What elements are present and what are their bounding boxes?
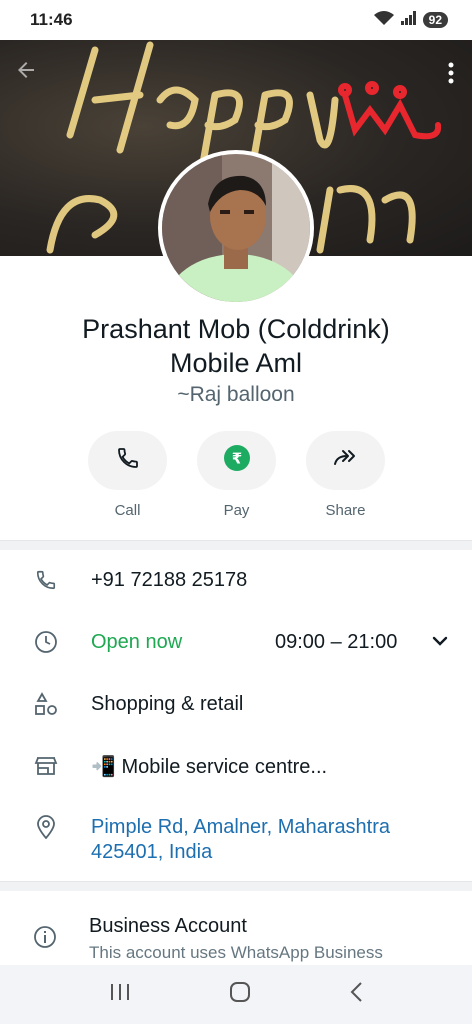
battery-indicator: 92 [422,12,448,28]
pay-action[interactable]: ₹ Pay [197,431,276,519]
action-buttons: Call ₹ Pay Share [88,431,385,519]
open-status: Open now [91,630,183,653]
phone-number[interactable]: +91 72188 25178 [91,569,247,592]
phone-icon [116,446,140,475]
business-account-subtitle: This account uses WhatsApp Business [89,943,383,962]
profile-avatar[interactable] [158,150,314,306]
category-row: Shopping & retail [0,686,472,722]
more-vert-icon[interactable] [448,62,454,89]
signal-icon [400,10,417,30]
category-shapes-icon [34,692,58,716]
pay-label: Pay [223,502,250,519]
recent-apps-icon[interactable] [109,982,131,1007]
business-address[interactable]: Pimple Rd, Amalner, Maharashtra 425401, … [91,815,390,865]
home-icon[interactable] [229,981,251,1008]
contact-name: Prashant Mob (Colddrink) Mobile Aml [0,312,472,380]
address-line1: Pimple Rd, Amalner, Maharashtra [91,816,391,838]
contact-subname: ~Raj balloon [177,383,295,406]
forward-icon [333,448,359,473]
phone-row[interactable]: +91 72188 25178 [0,562,472,598]
call-action[interactable]: Call [88,431,167,519]
share-action[interactable]: Share [306,431,385,519]
share-label: Share [325,502,366,519]
store-icon [34,754,58,778]
status-bar: 11:46 92 [0,0,472,40]
contact-name-line2: Mobile Aml [169,348,303,378]
business-account-title: Business Account [89,915,247,937]
address-line2: 425401, India [91,841,213,863]
system-navigation-bar [0,965,472,1024]
section-divider [0,540,472,550]
clock-icon [34,630,58,654]
chevron-down-icon[interactable] [432,633,448,651]
contact-name-line1: Prashant Mob (Colddrink) [82,314,390,344]
status-icons: 92 [373,10,448,31]
back-nav-icon[interactable] [349,981,363,1008]
call-button[interactable] [88,431,167,490]
wifi-icon [373,10,395,31]
svg-text:₹: ₹ [231,450,241,468]
hours-row[interactable]: Open now 09:00 – 21:00 [0,624,472,660]
rupee-icon: ₹ [223,445,250,476]
pay-button[interactable]: ₹ [197,431,276,490]
phone-icon [34,568,58,592]
business-description[interactable]: 📲 Mobile service centre... [91,754,327,779]
avatar-photo [162,154,310,302]
description-row[interactable]: 📲 Mobile service centre... [0,748,472,784]
business-hours: 09:00 – 21:00 [275,630,398,653]
address-row[interactable]: Pimple Rd, Amalner, Maharashtra 425401, … [0,812,472,866]
call-label: Call [114,502,141,519]
share-button[interactable] [306,431,385,490]
arrow-back-icon[interactable] [14,58,38,87]
business-category: Shopping & retail [91,692,244,715]
section-divider [0,881,472,891]
info-icon [33,925,57,949]
location-pin-icon [34,815,58,839]
status-time: 11:46 [30,10,73,29]
